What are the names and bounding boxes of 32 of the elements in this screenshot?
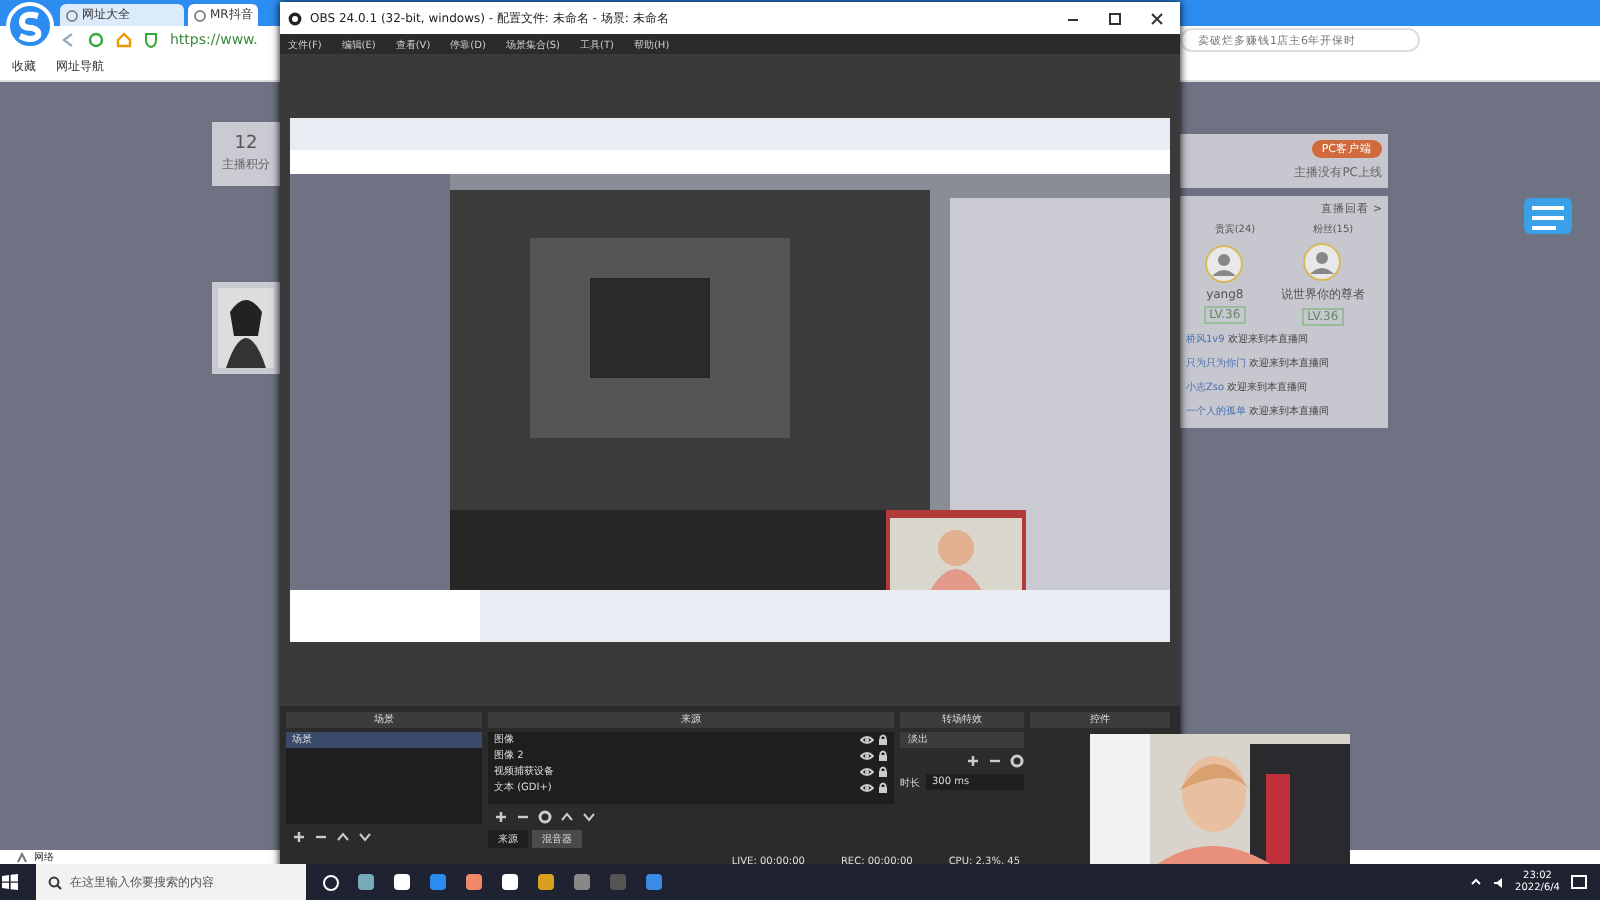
remove-icon[interactable] [988,754,1002,768]
close-icon[interactable] [1150,11,1164,25]
up-icon[interactable] [336,830,350,844]
points-count: 12 [234,134,258,154]
down-icon[interactable] [582,810,596,824]
settings-icon[interactable] [538,810,552,824]
task-view-icon[interactable] [322,873,340,891]
eye-icon[interactable] [860,766,874,778]
lock-icon[interactable] [878,782,888,794]
windows-start-icon[interactable] [0,872,20,892]
maximize-icon[interactable] [1108,11,1122,25]
settings-icon[interactable] [1010,754,1024,768]
lock-icon[interactable] [878,734,888,746]
search-icon [48,875,62,889]
eye-icon[interactable] [860,734,874,746]
chevron-up-icon[interactable] [1469,876,1482,888]
down-icon[interactable] [358,830,372,844]
shield-icon [144,32,158,48]
add-icon[interactable] [494,810,508,824]
up-icon[interactable] [560,810,574,824]
volume-icon[interactable] [1491,875,1506,889]
eye-icon[interactable] [860,782,874,794]
obs-logo-icon [288,11,302,25]
avatar-icon [1302,242,1343,282]
lock-icon[interactable] [878,766,888,778]
remove-icon[interactable] [516,810,530,824]
add-icon[interactable] [292,830,306,844]
add-icon[interactable] [966,754,980,768]
lock-icon[interactable] [878,750,888,762]
avatar-icon [1204,244,1245,284]
remove-icon[interactable] [314,830,328,844]
eye-icon[interactable] [860,750,874,762]
